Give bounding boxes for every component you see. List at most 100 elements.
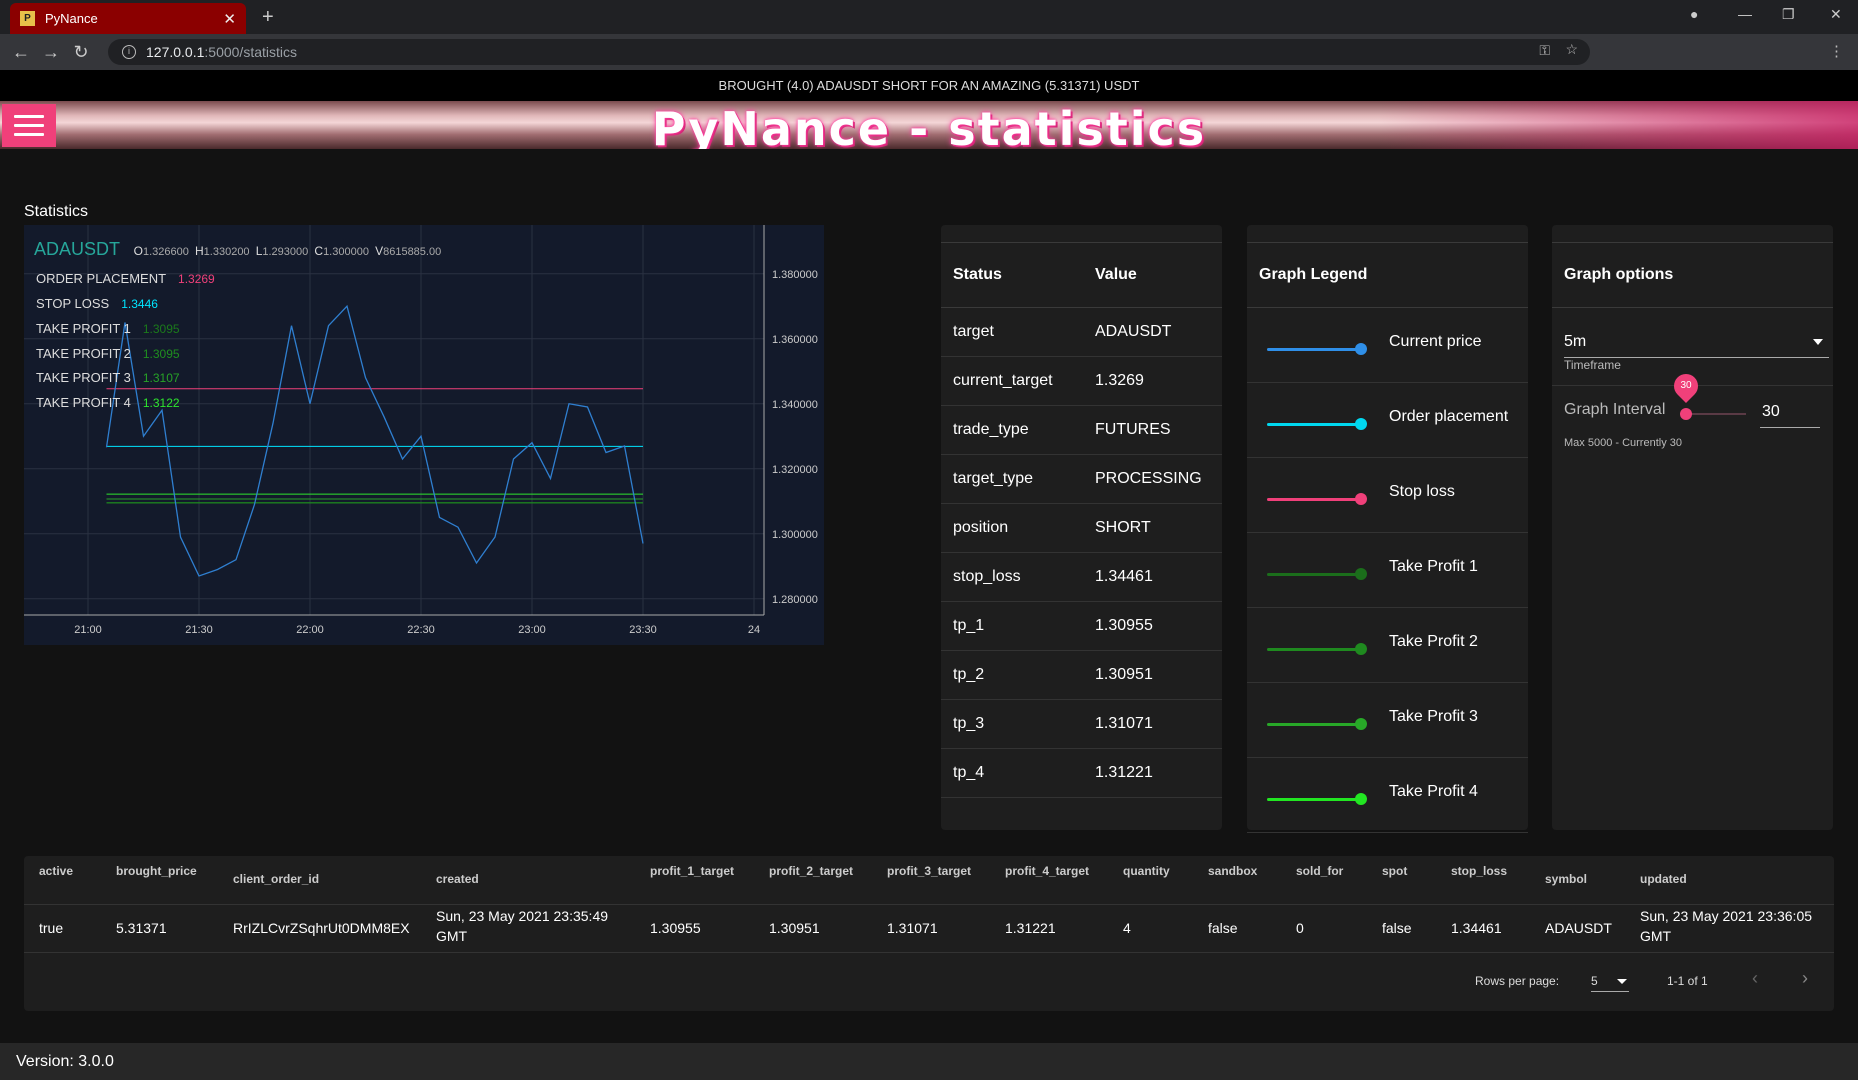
status-key: tp_3 (953, 715, 985, 732)
ohlc-low: 1.293000 (262, 246, 309, 258)
browser-toolbar: ← → ↻ i 127.0.0.1:5000/statistics ⚿ ☆ ⋮ (0, 34, 1858, 70)
column-header[interactable]: created (436, 872, 479, 886)
status-key: stop_loss (953, 568, 1021, 585)
column-header[interactable]: sold_for (1296, 864, 1343, 878)
value-col-header: Value (1095, 266, 1137, 283)
column-header[interactable]: client_order_id (233, 872, 319, 886)
timeframe-value: 5m (1564, 333, 1587, 350)
bookmark-star-icon[interactable]: ☆ (1565, 41, 1578, 58)
column-header[interactable]: sandbox (1208, 864, 1257, 878)
chart-ohlc-header: ADAUSDT O1.326600 H1.330200 L1.293000 C1… (34, 239, 442, 259)
ohlc-volume: 8615885.00 (383, 246, 442, 258)
x-tick-label: 21:30 (185, 624, 213, 636)
column-header[interactable]: active (39, 864, 73, 878)
minimize-icon[interactable]: — (1738, 6, 1752, 22)
status-value: 1.30951 (1095, 666, 1153, 683)
column-header[interactable]: profit_3_target (887, 864, 971, 878)
status-key: current_target (953, 372, 1053, 389)
y-tick-label: 1.360000 (772, 334, 818, 346)
maximize-icon[interactable]: ❐ (1782, 6, 1795, 23)
browser-tab[interactable]: P PyNance ✕ (10, 3, 246, 34)
legend-order-placement: ORDER PLACEMENT 1.3269 (36, 271, 215, 286)
table-cell: 5.31371 (116, 920, 167, 936)
column-header[interactable]: quantity (1123, 864, 1170, 878)
table-cell: RrIZLCvrZSqhrUt0DMM8EX (233, 920, 410, 936)
table-cell: 1.31221 (1005, 920, 1056, 936)
address-bar[interactable]: i 127.0.0.1:5000/statistics ⚿ ☆ (108, 39, 1590, 65)
table-cell: 4 (1123, 920, 1131, 936)
column-header[interactable]: stop_loss (1451, 864, 1507, 878)
status-key: tp_2 (953, 666, 985, 683)
table-cell: 1.30951 (769, 920, 820, 936)
window-close-icon[interactable]: ✕ (1830, 6, 1842, 23)
legend-row: Order placement (1247, 383, 1528, 458)
next-page-icon[interactable]: › (1802, 968, 1808, 989)
legend-label: Current price (1389, 333, 1482, 350)
tab-title: PyNance (45, 11, 98, 26)
x-tick-label: 23:00 (518, 624, 546, 636)
chart-canvas[interactable]: 21:00 21:30 22:00 22:30 23:00 23:30 24 1.380000… (24, 225, 824, 645)
legend-take-profit-4: TAKE PROFIT 4 1.3122 (36, 395, 180, 410)
price-line (105, 304, 644, 577)
profile-icon[interactable]: ● (1690, 6, 1698, 22)
close-tab-icon[interactable]: ✕ (223, 10, 236, 28)
legend-line-swatch (1267, 348, 1362, 351)
back-icon[interactable]: ← (6, 42, 36, 63)
legend-row: Stop loss (1247, 458, 1528, 533)
info-icon[interactable]: i (122, 45, 136, 59)
browser-tabbar: P PyNance ✕ + ● — ❐ ✕ (0, 0, 1858, 34)
status-key: trade_type (953, 421, 1029, 438)
column-header[interactable]: profit_2_target (769, 864, 853, 878)
key-icon[interactable]: ⚿ (1539, 42, 1550, 59)
status-row: trade_type FUTURES (941, 406, 1222, 455)
ohlc-high: 1.330200 (203, 246, 250, 258)
prev-page-icon[interactable]: ‹ (1752, 968, 1758, 989)
status-row: tp_3 1.31071 (941, 700, 1222, 749)
table-header-divider (24, 904, 1834, 905)
graph-legend-card: Graph Legend Current price Order placemen… (1247, 225, 1528, 833)
column-header[interactable]: brought_price (116, 864, 197, 878)
column-header[interactable]: updated (1640, 872, 1687, 886)
browser-menu-icon[interactable]: ⋮ (1829, 42, 1844, 60)
forward-icon[interactable]: → (36, 42, 66, 63)
column-header[interactable]: spot (1382, 864, 1407, 878)
status-value: PROCESSING (1095, 470, 1202, 487)
y-tick-label: 1.340000 (772, 399, 818, 411)
price-chart[interactable]: 21:00 21:30 22:00 22:30 23:00 23:30 24 1.380000… (24, 225, 824, 645)
status-row: current_target 1.3269 (941, 357, 1222, 406)
legend-line-swatch (1267, 498, 1362, 501)
status-key: tp_1 (953, 617, 985, 634)
slider-value-bubble: 30 (1669, 369, 1704, 403)
app-banner: PyNance - statistics (0, 101, 1858, 149)
legend-take-profit-3: TAKE PROFIT 3 1.3107 (36, 370, 180, 385)
reload-icon[interactable]: ↻ (66, 42, 96, 63)
slider-thumb[interactable] (1680, 408, 1693, 420)
timeframe-select[interactable]: 5m (1564, 325, 1829, 358)
status-row: target ADAUSDT (941, 308, 1222, 357)
graph-interval-input[interactable]: 30 (1760, 397, 1820, 428)
x-tick-label: 22:00 (296, 624, 324, 636)
new-tab-icon[interactable]: + (262, 6, 274, 29)
status-value: 1.34461 (1095, 568, 1153, 585)
status-value: SHORT (1095, 519, 1151, 536)
status-row: tp_2 1.30951 (941, 651, 1222, 700)
url-host: 127.0.0.1 (146, 44, 205, 60)
hamburger-menu-button[interactable] (2, 104, 56, 147)
graph-interval-slider[interactable] (1686, 413, 1746, 415)
status-value: 1.31071 (1095, 715, 1153, 732)
status-value: 1.31221 (1095, 764, 1153, 781)
rows-per-page-select[interactable]: 5 (1591, 968, 1629, 992)
column-header[interactable]: profit_1_target (650, 864, 734, 878)
table-cell: Sun, 23 May 2021 23:35:49 GMT (436, 908, 609, 944)
legend-line-swatch (1267, 423, 1362, 426)
table-cell: Sun, 23 May 2021 23:36:05 GMT (1640, 908, 1813, 944)
status-value: FUTURES (1095, 421, 1171, 438)
status-value: 1.30955 (1095, 617, 1153, 634)
legend-label: Stop loss (1389, 483, 1455, 500)
column-header[interactable]: symbol (1545, 872, 1587, 886)
graph-legend-title: Graph Legend (1247, 242, 1528, 308)
table-cell: 1.34461 (1451, 920, 1502, 936)
status-row: tp_4 1.31221 (941, 749, 1222, 798)
column-header[interactable]: profit_4_target (1005, 864, 1089, 878)
legend-label: Take Profit 3 (1389, 708, 1478, 725)
